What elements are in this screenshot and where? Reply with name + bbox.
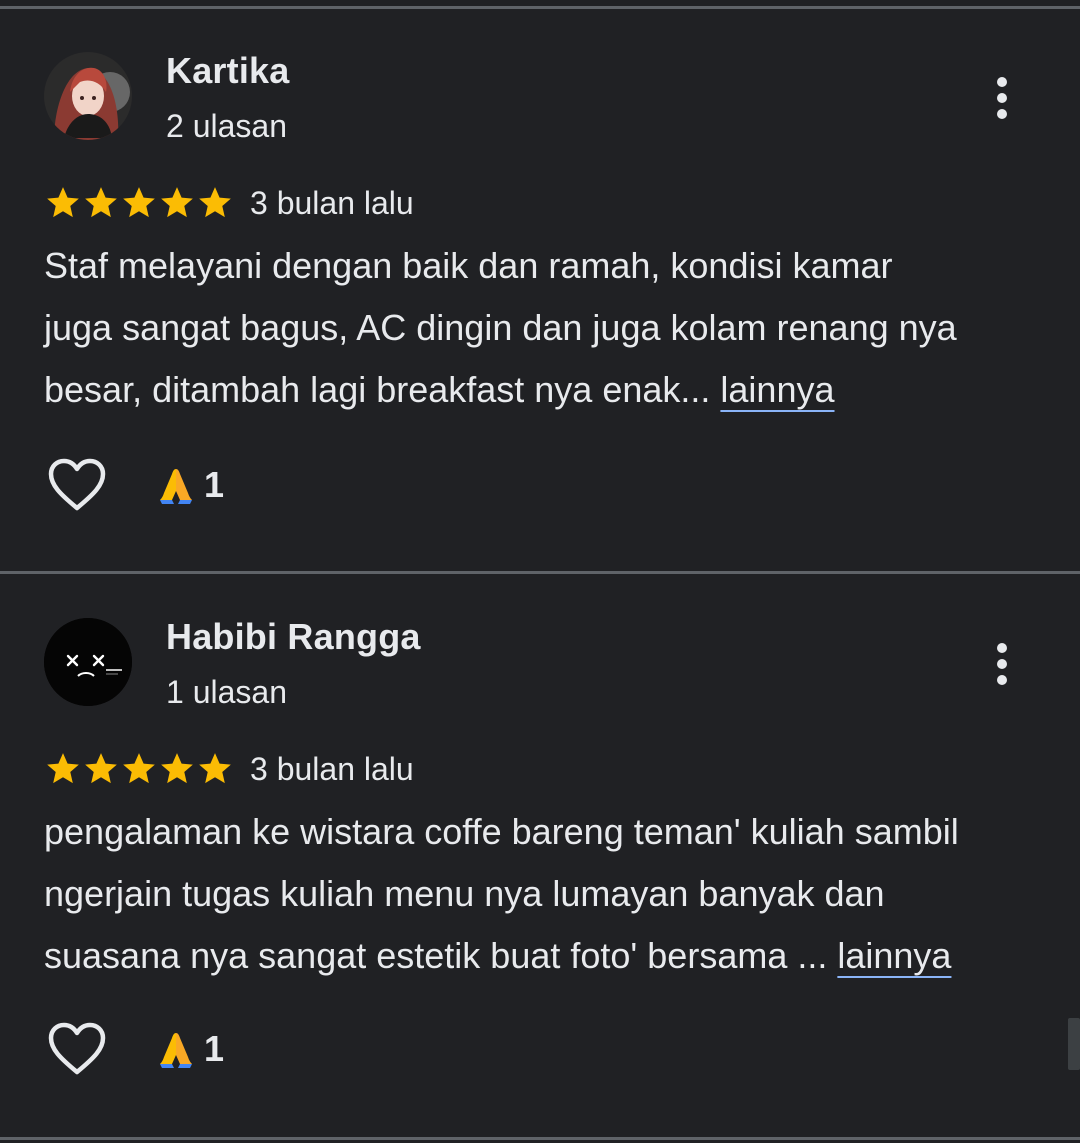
review-text: pengalaman ke wistara coffe bareng teman… [44, 801, 1044, 987]
author-name[interactable]: Kartika [166, 50, 289, 92]
star-icon [199, 187, 231, 218]
more-vert-icon [997, 643, 1007, 685]
reaction-badge[interactable]: 1 [156, 456, 224, 514]
divider-top [0, 6, 1080, 9]
author-review-count: 1 ulasan [166, 674, 287, 710]
star-icon [47, 753, 79, 784]
review-time: 3 bulan lalu [250, 750, 414, 787]
divider-middle [0, 571, 1080, 574]
reviews-page: Kartika 2 ulasan 3 bulan lalu Staf melay… [0, 0, 1080, 1143]
like-button[interactable] [46, 456, 108, 514]
avatar-habibi-rangga[interactable] [44, 618, 132, 706]
more-options-button[interactable] [980, 634, 1024, 694]
like-button[interactable] [46, 1020, 108, 1078]
folded-hands-emoji-icon [160, 469, 192, 504]
divider-bottom [0, 1137, 1080, 1140]
star-icon [161, 187, 193, 218]
avatar-kartika[interactable] [44, 52, 132, 140]
review-text: Staf melayani dengan baik dan ramah, kon… [44, 235, 1044, 421]
star-icon [123, 187, 155, 218]
author-name[interactable]: Habibi Rangga [166, 616, 421, 658]
heart-outline-icon [48, 1022, 106, 1075]
folded-hands-emoji-icon [160, 1033, 192, 1068]
author-review-count: 2 ulasan [166, 108, 287, 144]
more-vert-icon [997, 77, 1007, 119]
star-icon [85, 187, 117, 218]
more-options-button[interactable] [980, 68, 1024, 128]
scrollbar[interactable] [1068, 1018, 1080, 1070]
reaction-count: 1 [204, 1028, 225, 1069]
star-icon [47, 187, 79, 218]
read-more-link[interactable]: lainnya [720, 369, 834, 410]
reaction-count: 1 [204, 464, 225, 505]
star-icon [123, 753, 155, 784]
rating-row: 3 bulan lalu [44, 183, 414, 223]
star-icon [85, 753, 117, 784]
star-rating [44, 184, 234, 222]
reaction-badge[interactable]: 1 [156, 1020, 224, 1078]
star-rating [44, 750, 234, 788]
review-body: pengalaman ke wistara coffe bareng teman… [44, 811, 959, 976]
rating-row: 3 bulan lalu [44, 749, 414, 789]
review-time: 3 bulan lalu [250, 184, 414, 221]
heart-outline-icon [48, 458, 106, 511]
star-icon [199, 753, 231, 784]
star-icon [161, 753, 193, 784]
read-more-link[interactable]: lainnya [837, 935, 951, 976]
